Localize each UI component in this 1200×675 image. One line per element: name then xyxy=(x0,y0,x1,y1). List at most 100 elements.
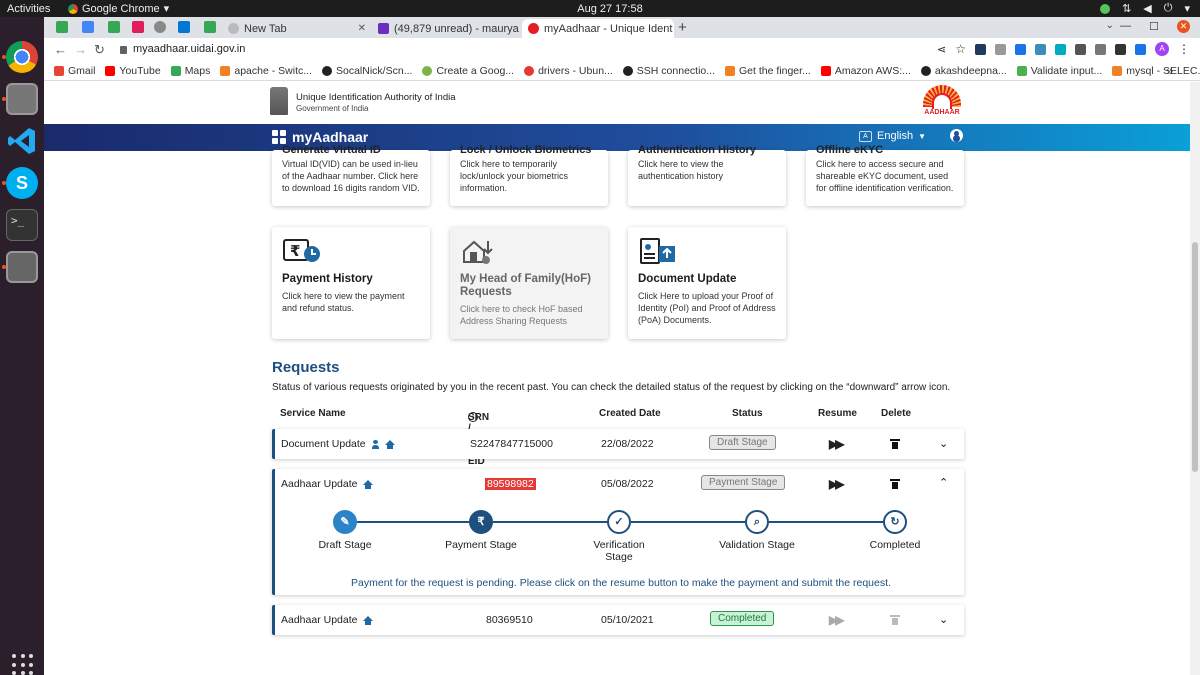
dock-terminal-icon[interactable]: >_ xyxy=(6,209,38,241)
bookmark-maps[interactable]: Maps xyxy=(170,65,210,77)
dock-chrome-icon[interactable] xyxy=(6,41,38,73)
network-icon[interactable]: ⇅ xyxy=(1122,2,1131,15)
minimize-icon[interactable]: — xyxy=(1120,20,1131,33)
table-row-expanded[interactable]: Aadhaar Update 89598982 05/08/2022 Payme… xyxy=(272,469,964,595)
tab-new-tab[interactable]: New Tab ✕ xyxy=(222,19,372,38)
requests-title: Requests xyxy=(272,359,340,376)
extension-icon[interactable] xyxy=(1115,43,1126,55)
card-auth-history[interactable]: Authentication History Click here to vie… xyxy=(628,144,786,206)
pinned-tab-icon[interactable] xyxy=(154,21,166,33)
card-lock-biometrics[interactable]: Lock / Unlock Biometrics Click here to t… xyxy=(450,144,608,206)
table-row[interactable]: Aadhaar Update 80369510 05/10/2021 Compl… xyxy=(272,605,964,635)
update-icon[interactable] xyxy=(1100,3,1111,14)
power-icon[interactable]: ⏻ xyxy=(1164,2,1173,15)
extension-icon[interactable] xyxy=(975,43,986,55)
pinned-tab-sheets-icon[interactable] xyxy=(56,21,68,33)
user-account-icon[interactable] xyxy=(950,129,963,142)
caret-down-icon: ▾ xyxy=(163,3,170,15)
card-offline-ekyc[interactable]: Offline eKYC Click here to access secure… xyxy=(806,144,964,206)
profile-avatar[interactable]: A xyxy=(1155,42,1169,56)
activities-button[interactable]: Activities xyxy=(7,3,50,15)
puzzle-extensions-icon[interactable] xyxy=(1095,43,1106,55)
dock: S >_ xyxy=(0,17,44,675)
page-scrollbar[interactable] xyxy=(1190,82,1200,675)
bookmark-gmail[interactable]: Gmail xyxy=(54,65,95,77)
dock-files-icon[interactable] xyxy=(6,83,38,115)
info-icon[interactable]: i xyxy=(468,412,478,422)
close-tab-icon[interactable]: ✕ xyxy=(358,23,366,34)
bookmark-validate[interactable]: Validate input... xyxy=(1016,65,1102,77)
kebab-menu-icon[interactable]: ⋮ xyxy=(1178,42,1190,56)
dock-vscode-icon[interactable] xyxy=(6,125,38,157)
bookmark-mysql[interactable]: mysql - SELEC... xyxy=(1112,65,1200,77)
back-icon[interactable]: ← xyxy=(54,42,67,57)
resume-icon[interactable]: ▶▶ xyxy=(829,477,845,491)
extension-icon[interactable] xyxy=(1015,43,1026,55)
pinned-tab-sheets-icon[interactable] xyxy=(204,21,216,33)
pinned-tab-icon[interactable] xyxy=(82,21,94,33)
bookmark-akash[interactable]: akashdeepna... xyxy=(920,65,1007,77)
tab-mail[interactable]: (49,879 unread) - maurya ✕ xyxy=(372,19,522,38)
tab-myaadhaar[interactable]: myAadhaar - Unique Ident ✕ xyxy=(522,19,674,38)
github-icon xyxy=(322,65,332,76)
pinned-tab-slack-icon[interactable] xyxy=(132,21,144,33)
maximize-icon[interactable]: ☐ xyxy=(1149,20,1159,33)
national-emblem-icon xyxy=(270,87,288,115)
extension-icon[interactable] xyxy=(1075,43,1086,55)
forward-icon[interactable]: → xyxy=(74,42,87,57)
bookmark-finger[interactable]: Get the finger... xyxy=(725,65,811,77)
bookmark-apache[interactable]: apache - Switc... xyxy=(220,65,312,77)
language-selector[interactable]: A English ▼ xyxy=(859,130,926,142)
expand-chevron-down-icon[interactable]: ⌄ xyxy=(939,437,948,450)
github-icon xyxy=(920,65,931,76)
bookmark-youtube[interactable]: YouTube xyxy=(105,65,161,77)
pinned-tab-outlook-icon[interactable] xyxy=(178,21,190,33)
card-title: Authentication History xyxy=(638,144,756,156)
tab-search-icon[interactable]: ⌄ xyxy=(1106,20,1114,31)
system-tray[interactable]: ⇅ ◀ ⏻ ▾ xyxy=(1100,2,1190,15)
dock-skype-icon[interactable]: S xyxy=(6,167,38,199)
bookmark-ssh[interactable]: SSH connectio... xyxy=(622,65,715,77)
show-apps-icon[interactable] xyxy=(12,654,34,675)
bookmark-create[interactable]: Create a Goog... xyxy=(422,65,514,77)
resume-icon[interactable]: ▶▶ xyxy=(829,437,845,451)
share-icon[interactable]: ⋖ xyxy=(937,43,946,56)
table-row[interactable]: Document Update S2247847715000 22/08/202… xyxy=(272,429,964,459)
app-menu[interactable]: Google Chrome ▾ xyxy=(68,2,169,15)
card-payment-history[interactable]: ₹ Payment History Click here to view the… xyxy=(272,227,430,339)
close-window-icon[interactable]: ✕ xyxy=(1177,20,1190,33)
reload-icon[interactable]: ↻ xyxy=(94,42,105,58)
card-generate-vid[interactable]: Generate Virtual ID Virtual ID(VID) can … xyxy=(272,144,430,206)
bookmark-icon xyxy=(1016,65,1027,76)
dock-search-icon[interactable] xyxy=(6,251,38,283)
sidebar-icon[interactable] xyxy=(1135,43,1146,55)
clock[interactable]: Aug 27 17:58 xyxy=(570,3,650,15)
extension-icon[interactable] xyxy=(995,43,1006,55)
delete-icon[interactable] xyxy=(890,479,900,489)
extension-icon[interactable] xyxy=(1055,43,1066,55)
bookmark-drivers[interactable]: drivers - Ubun... xyxy=(524,65,613,77)
address-bar[interactable]: myaadhaar.uidai.gov.in xyxy=(120,43,245,55)
card-document-update[interactable]: Document Update Click Here to upload you… xyxy=(628,227,786,339)
home-icon xyxy=(384,439,395,449)
bookmark-github[interactable]: SocalNick/Scn... xyxy=(322,65,412,77)
brand-link[interactable]: myAadhaar xyxy=(272,129,368,145)
delete-icon[interactable] xyxy=(890,439,900,449)
chevron-down-icon[interactable]: ▾ xyxy=(1184,2,1190,15)
new-tab-icon xyxy=(228,23,239,34)
extension-icon[interactable] xyxy=(1035,43,1046,55)
scrollbar-thumb[interactable] xyxy=(1192,242,1198,472)
more-bookmarks-icon[interactable]: » xyxy=(1166,64,1173,78)
expand-chevron-down-icon[interactable]: ⌄ xyxy=(939,613,948,626)
step-label: Verification Stage xyxy=(593,539,645,563)
row-date: 22/08/2022 xyxy=(601,438,654,450)
card-hof-requests[interactable]: My Head of Family(HoF) Requests Click he… xyxy=(450,227,608,339)
bookmark-aws[interactable]: Amazon AWS:... xyxy=(820,65,911,77)
bookmark-star-icon[interactable]: ☆ xyxy=(955,42,966,56)
volume-icon[interactable]: ◀ xyxy=(1143,2,1151,15)
aadhaar-logo[interactable]: AADHAAR xyxy=(920,85,964,121)
lock-icon[interactable] xyxy=(120,46,127,54)
pinned-tab-sheets-icon[interactable] xyxy=(108,21,120,33)
collapse-chevron-up-icon[interactable]: ⌃ xyxy=(939,476,948,489)
new-tab-button[interactable]: + xyxy=(678,19,687,36)
